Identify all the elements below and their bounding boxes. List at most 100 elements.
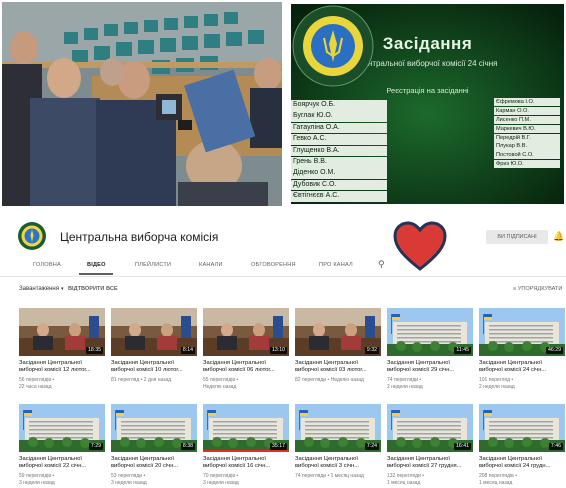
video-thumbnail[interactable]: 18:35 bbox=[19, 308, 105, 356]
video-title[interactable]: Засідання Центральної виборчої комісії 1… bbox=[203, 456, 289, 470]
sort-button[interactable]: ≡ УПОРЯДКУВАТИ bbox=[513, 286, 562, 292]
video-thumbnail[interactable]: 16:41 bbox=[387, 404, 473, 452]
video-age: 22 часа назад bbox=[19, 383, 52, 390]
video-duration: 13:10 bbox=[270, 347, 287, 354]
video-duration: 8:14 bbox=[180, 347, 195, 354]
member-name: Постовой С.О. bbox=[494, 151, 560, 160]
bell-icon[interactable]: 🔔 bbox=[553, 231, 564, 242]
video-title[interactable]: Засідання Центральної виборчої комісії 0… bbox=[295, 360, 381, 374]
tab-about[interactable]: ПРО КАНАЛ bbox=[319, 262, 353, 268]
video-duration: 9:32 bbox=[364, 347, 379, 354]
video-card[interactable]: 16:41 Засідання Центральної виборчої комі… bbox=[387, 404, 473, 487]
video-title[interactable]: Засідання Центральної виборчої комісії 2… bbox=[479, 456, 565, 470]
collage: Засідання Центральної виборчої комісії 2… bbox=[0, 0, 566, 488]
video-title[interactable]: Засідання Центральної виборчої комісії 1… bbox=[19, 360, 105, 374]
video-duration: 11:45 bbox=[454, 347, 471, 354]
video-card[interactable]: 35:17 Засідання Центральної виборчої комі… bbox=[203, 404, 289, 487]
video-age: 1 месяц назад bbox=[387, 479, 421, 486]
video-title[interactable]: Засідання Центральної виборчої комісії 2… bbox=[111, 456, 197, 470]
video-card[interactable]: 7:46 Засідання Центральної виборчої коміс… bbox=[479, 404, 565, 487]
member-name: Діденко О.М. bbox=[291, 168, 387, 179]
video-title[interactable]: Засідання Центральної виборчої комісії 2… bbox=[19, 456, 105, 470]
video-card[interactable]: 8:38 Засідання Центральної виборчої коміс… bbox=[111, 404, 197, 487]
video-duration: 35:17 bbox=[270, 443, 287, 450]
channel-tabs: ГОЛОВНА ВІДЕО ПЛЕЙЛИСТИ КАНАЛИ ОБГОВОРЕН… bbox=[0, 258, 566, 276]
video-age: 3 недели назад bbox=[111, 479, 147, 486]
video-age: 2 недели назад bbox=[479, 383, 515, 390]
video-title[interactable]: Засідання Центральної виборчої комісії 1… bbox=[111, 360, 197, 374]
video-title[interactable]: Засідання Центральної виборчої комісії 3… bbox=[295, 456, 381, 470]
video-age: 3 недели назад bbox=[203, 479, 239, 486]
video-views: 132 перегляди • bbox=[387, 473, 424, 480]
divider bbox=[0, 276, 566, 277]
uploads-shelf-header: Завантаження ▾ ВІДТВОРИТИ ВСЕ ≡ УПОРЯДКУВ… bbox=[0, 284, 566, 298]
video-views: 81 перегляд • 2 дня назад bbox=[111, 377, 172, 384]
names-right-list: Єфремова І.О. Карман О.О. Лисенко П.М. М… bbox=[494, 98, 560, 169]
video-views: 208 переглядів • bbox=[479, 473, 517, 480]
video-duration: 8:38 bbox=[180, 443, 195, 450]
channel-avatar-icon[interactable] bbox=[17, 221, 47, 251]
video-card[interactable]: 11:45 Засідання Центральної виборчої комі… bbox=[387, 308, 473, 391]
member-name: Боярчук О.Б. bbox=[291, 100, 387, 111]
video-thumbnail[interactable]: 8:14 bbox=[111, 308, 197, 356]
video-card[interactable]: 7:24 Засідання Центральної виборчої коміс… bbox=[295, 404, 381, 480]
video-views: 74 перегляди • 1 месяц назад bbox=[295, 473, 364, 480]
subscribed-button[interactable]: ВИ ПІДПИСАНІ bbox=[486, 230, 548, 244]
tab-videos[interactable]: ВІДЕО bbox=[87, 262, 106, 268]
video-card[interactable]: 7:29 Засідання Центральної виборчої коміс… bbox=[19, 404, 105, 487]
tab-discussion[interactable]: ОБГОВОРЕННЯ bbox=[251, 262, 296, 268]
active-tab-indicator bbox=[79, 273, 113, 275]
video-thumbnail[interactable]: 46:29 bbox=[479, 308, 565, 356]
tab-home[interactable]: ГОЛОВНА bbox=[33, 262, 61, 268]
video-duration: 7:29 bbox=[88, 443, 103, 450]
member-name: Фриз Ю.О. bbox=[494, 160, 560, 169]
video-thumbnail[interactable]: 8:38 bbox=[111, 404, 197, 452]
video-title[interactable]: Засідання Центральної виборчої комісії 2… bbox=[387, 456, 473, 470]
member-name: Євтігнєєв А.С. bbox=[291, 191, 387, 202]
video-views: 59 переглядів • bbox=[19, 473, 55, 480]
video-duration: 18:35 bbox=[86, 347, 103, 354]
member-name: Єфремова І.О. bbox=[494, 98, 560, 107]
caret-down-icon: ▾ bbox=[60, 286, 64, 292]
video-duration: 7:24 bbox=[364, 443, 379, 450]
sort-label: УПОРЯДКУВАТИ bbox=[517, 286, 563, 292]
video-title[interactable]: Засідання Центральної виборчої комісії 0… bbox=[203, 360, 289, 374]
video-title[interactable]: Засідання Центральної виборчої комісії 2… bbox=[387, 360, 473, 374]
uploads-dropdown[interactable]: Завантаження ▾ bbox=[19, 286, 64, 292]
video-title[interactable]: Засідання Центральної виборчої комісії 2… bbox=[479, 360, 565, 374]
video-thumbnail[interactable]: 7:46 bbox=[479, 404, 565, 452]
member-name: Маркевич В.Ю. bbox=[494, 124, 560, 133]
video-age: 3 недели назад bbox=[19, 479, 55, 486]
video-views: 101 перегляд • bbox=[479, 377, 514, 384]
video-age: 1 месяц назад bbox=[479, 479, 513, 486]
video-card[interactable]: 18:35 Засідання Центральної виборчої комі… bbox=[19, 308, 105, 391]
member-name: Передрій В.Г. bbox=[494, 133, 560, 142]
member-name: Грень В.В. bbox=[291, 156, 387, 168]
video-thumbnail[interactable]: 13:10 bbox=[203, 308, 289, 356]
video-card[interactable]: 46:29 Засідання Центральної виборчої комі… bbox=[479, 308, 565, 391]
video-age: Неделю назад bbox=[203, 383, 237, 390]
meeting-photo bbox=[2, 2, 282, 206]
member-name: Карман О.О. bbox=[494, 106, 560, 116]
tab-playlists[interactable]: ПЛЕЙЛИСТИ bbox=[135, 262, 171, 268]
video-card[interactable]: 13:10 Засідання Центральної виборчої комі… bbox=[203, 308, 289, 391]
video-thumbnail[interactable]: 7:24 bbox=[295, 404, 381, 452]
play-all-button[interactable]: ВІДТВОРИТИ ВСЕ bbox=[68, 286, 118, 292]
video-views: 55 переглядів • bbox=[203, 377, 239, 384]
video-card[interactable]: 8:14 Засідання Центральної виборчої коміс… bbox=[111, 308, 197, 384]
youtube-channel-page: Центральна виборча комісія ВИ ПІДПИСАНІ … bbox=[0, 212, 566, 488]
search-icon[interactable]: ⚲ bbox=[378, 259, 385, 270]
video-thumbnail[interactable]: 11:45 bbox=[387, 308, 473, 356]
member-name: Плукар В.В. bbox=[494, 142, 560, 151]
video-views: 82 перегляди • Неделю назад bbox=[295, 377, 364, 384]
cec-emblem-icon bbox=[292, 5, 374, 87]
video-age: 2 недели назад bbox=[387, 383, 423, 390]
video-thumbnail[interactable]: 7:29 bbox=[19, 404, 105, 452]
video-thumbnail[interactable]: 9:32 bbox=[295, 308, 381, 356]
video-duration: 46:29 bbox=[546, 347, 563, 354]
watch-progress-bar bbox=[203, 450, 289, 452]
tab-channels[interactable]: КАНАЛИ bbox=[199, 262, 223, 268]
video-duration: 16:41 bbox=[454, 443, 471, 450]
video-card[interactable]: 9:32 Засідання Центральної виборчої коміс… bbox=[295, 308, 381, 384]
video-thumbnail[interactable]: 35:17 bbox=[203, 404, 289, 452]
